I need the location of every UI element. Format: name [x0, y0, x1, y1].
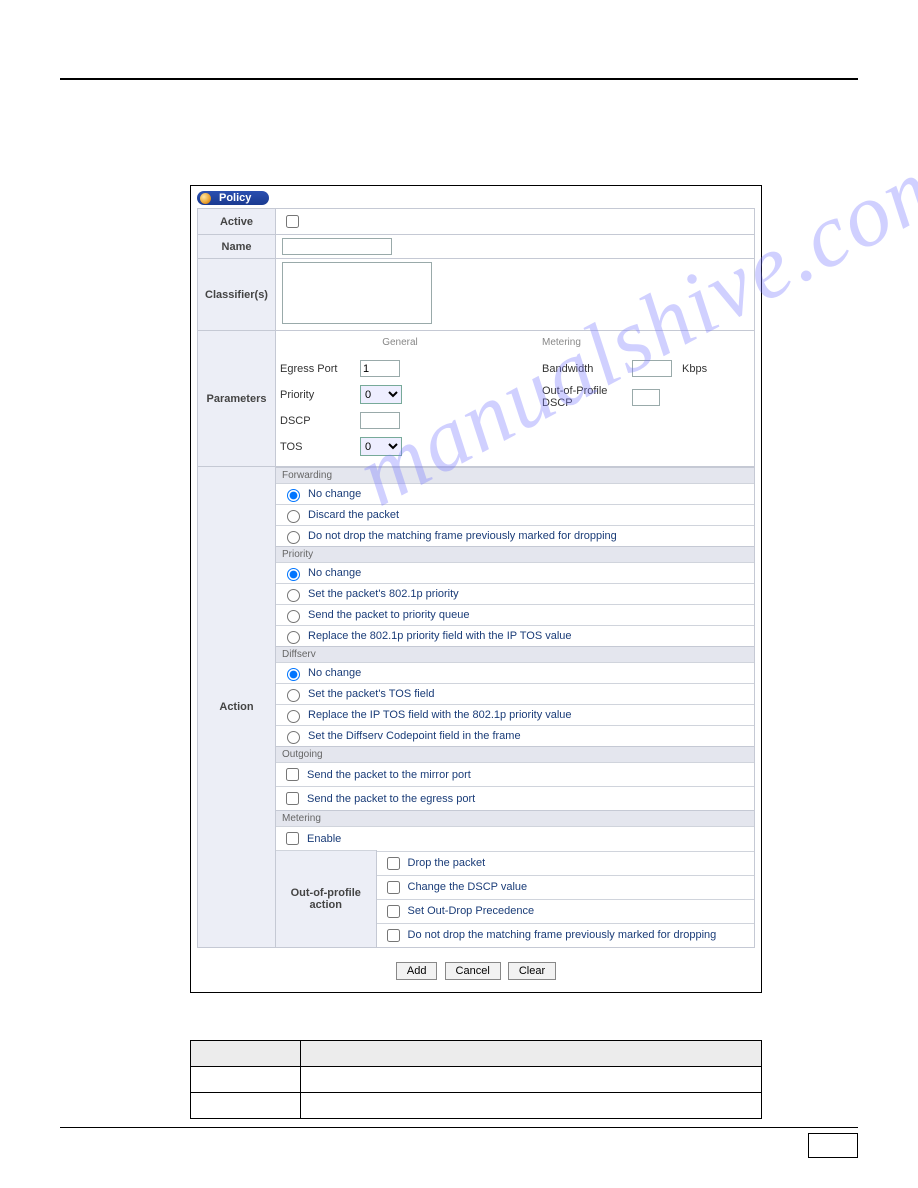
- tos-label: TOS: [280, 441, 350, 453]
- name-input[interactable]: [282, 238, 392, 255]
- fwd-opt-2: Do not drop the matching frame previousl…: [308, 530, 617, 542]
- oop-setoutdrop-checkbox[interactable]: [387, 905, 400, 918]
- metering-enable-checkbox[interactable]: [286, 832, 299, 845]
- panel-title: Policy: [197, 191, 269, 205]
- page-rule-bottom: [60, 1127, 858, 1128]
- dif-opt-2: Replace the IP TOS field with the 802.1p…: [308, 709, 572, 721]
- panel-titlebar: Policy: [197, 190, 755, 206]
- desc-cell-2: [301, 1067, 762, 1093]
- egress-port-label: Egress Port: [280, 363, 350, 375]
- active-label: Active: [198, 209, 276, 235]
- pri-replace-radio[interactable]: [287, 631, 300, 644]
- out-opt-0: Send the packet to the mirror port: [307, 769, 471, 781]
- pri-opt-3: Replace the 802.1p priority field with t…: [308, 630, 572, 642]
- parameters-label: Parameters: [198, 331, 276, 467]
- clear-button[interactable]: Clear: [508, 962, 556, 980]
- pri-opt-2: Send the packet to priority queue: [308, 609, 469, 621]
- out-opt-1: Send the packet to the egress port: [307, 793, 475, 805]
- dscp-input[interactable]: [360, 412, 400, 429]
- button-row: Add Cancel Clear: [191, 948, 761, 992]
- oop-opt-2: Set Out-Drop Precedence: [408, 905, 535, 917]
- fwd-nochange-radio[interactable]: [287, 489, 300, 502]
- desc-cell-3: [191, 1093, 301, 1119]
- active-checkbox[interactable]: [286, 215, 299, 228]
- desc-cell-4: [301, 1093, 762, 1119]
- pri-opt-0: No change: [308, 567, 361, 579]
- outgoing-header: Outgoing: [276, 746, 754, 762]
- dif-codepoint-radio[interactable]: [287, 731, 300, 744]
- page-number-box: [808, 1133, 858, 1158]
- dif-opt-1: Set the packet's TOS field: [308, 688, 434, 700]
- metering-action-header: Metering: [276, 810, 754, 826]
- fwd-nodrop-radio[interactable]: [287, 531, 300, 544]
- add-button[interactable]: Add: [396, 962, 438, 980]
- bandwidth-label: Bandwidth: [542, 363, 622, 375]
- description-table: [190, 1040, 762, 1119]
- bandwidth-input[interactable]: [632, 360, 672, 377]
- fwd-discard-radio[interactable]: [287, 510, 300, 523]
- priority-label: Priority: [280, 389, 350, 401]
- dif-settos-radio[interactable]: [287, 689, 300, 702]
- policy-form-table: Active Name Classifier(s) Parameters Gen…: [197, 208, 755, 948]
- out-egress-checkbox[interactable]: [286, 792, 299, 805]
- classifiers-label: Classifier(s): [198, 259, 276, 331]
- forwarding-header: Forwarding: [276, 467, 754, 483]
- policy-config-panel: Policy Active Name Classifier(s) Paramet…: [190, 185, 762, 993]
- tos-select[interactable]: 0: [360, 437, 402, 456]
- oop-changedscp-checkbox[interactable]: [387, 881, 400, 894]
- page-rule-top: [60, 78, 858, 80]
- fwd-opt-1: Discard the packet: [308, 509, 399, 521]
- oop-nodrop-checkbox[interactable]: [387, 929, 400, 942]
- fwd-opt-0: No change: [308, 488, 361, 500]
- general-header: General: [280, 337, 520, 348]
- action-label: Action: [198, 467, 276, 948]
- outprofile-dscp-label: Out-of-Profile DSCP: [542, 385, 622, 409]
- dif-nochange-radio[interactable]: [287, 668, 300, 681]
- name-label: Name: [198, 235, 276, 259]
- desc-head-1: [191, 1041, 301, 1067]
- desc-cell-1: [191, 1067, 301, 1093]
- out-mirror-checkbox[interactable]: [286, 768, 299, 781]
- metering-header: Metering: [542, 337, 707, 348]
- pri-set8021p-radio[interactable]: [287, 589, 300, 602]
- dscp-label: DSCP: [280, 415, 350, 427]
- diffserv-header: Diffserv: [276, 646, 754, 662]
- dif-opt-0: No change: [308, 667, 361, 679]
- oop-opt-0: Drop the packet: [408, 857, 486, 869]
- oop-opt-3: Do not drop the matching frame previousl…: [408, 929, 717, 941]
- out-of-profile-table: Out-of-profile action Drop the packet Ch…: [276, 850, 754, 947]
- classifiers-list[interactable]: [282, 262, 432, 324]
- metering-enable-label: Enable: [307, 833, 341, 845]
- priority-select[interactable]: 0: [360, 385, 402, 404]
- oop-opt-1: Change the DSCP value: [408, 881, 528, 893]
- outprofile-dscp-input[interactable]: [632, 389, 660, 406]
- dif-replace-radio[interactable]: [287, 710, 300, 723]
- desc-head-2: [301, 1041, 762, 1067]
- pri-nochange-radio[interactable]: [287, 568, 300, 581]
- pri-queue-radio[interactable]: [287, 610, 300, 623]
- kbps-label: Kbps: [682, 363, 707, 375]
- pri-opt-1: Set the packet's 802.1p priority: [308, 588, 459, 600]
- dif-opt-3: Set the Diffserv Codepoint field in the …: [308, 730, 521, 742]
- cancel-button[interactable]: Cancel: [445, 962, 501, 980]
- egress-port-input[interactable]: [360, 360, 400, 377]
- priority-header: Priority: [276, 546, 754, 562]
- oop-drop-checkbox[interactable]: [387, 857, 400, 870]
- out-profile-action-label: Out-of-profile action: [276, 851, 376, 947]
